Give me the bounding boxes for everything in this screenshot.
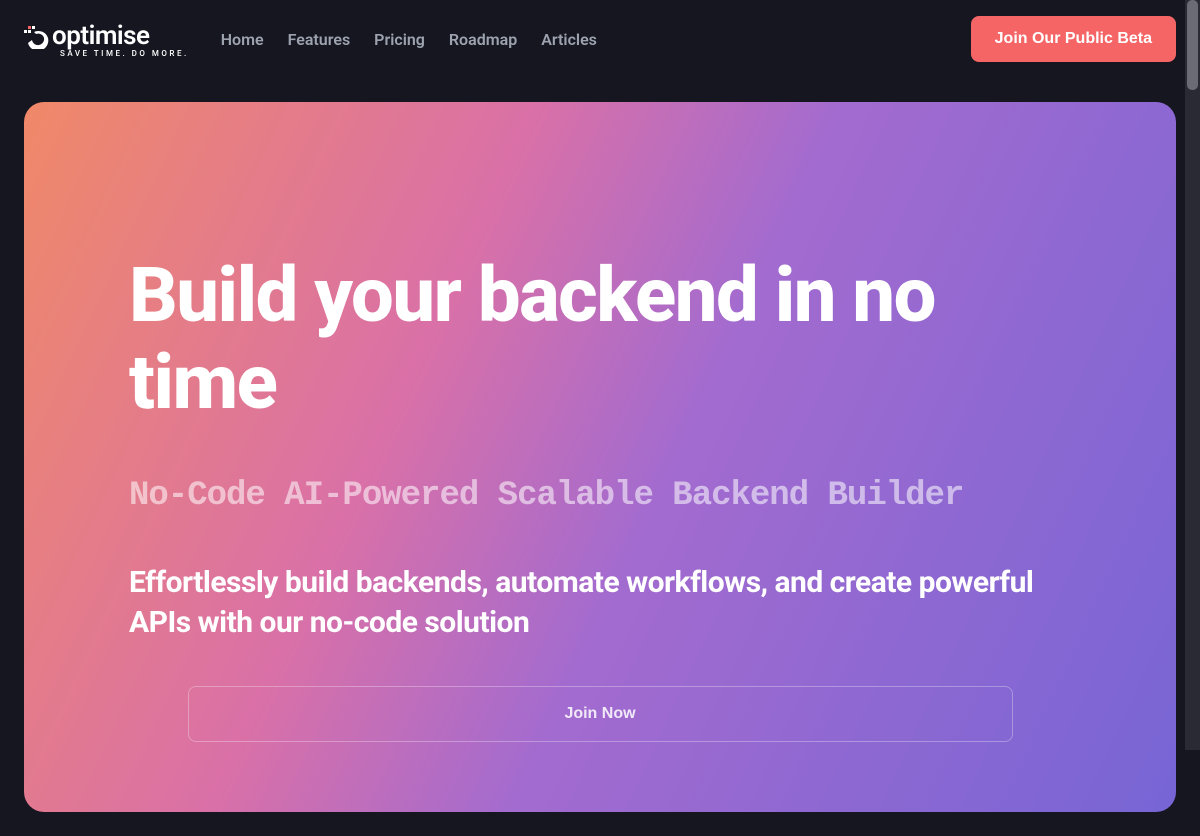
logo-icon xyxy=(24,23,50,49)
logo-main: optimise xyxy=(24,21,150,51)
hero-subtitle: No-Code AI-Powered Scalable Backend Buil… xyxy=(129,477,1071,515)
scrollbar-thumb[interactable] xyxy=(1187,0,1198,90)
join-now-button[interactable]: Join Now xyxy=(188,686,1013,742)
header: optimise SAVE TIME. DO MORE. Home Featur… xyxy=(0,0,1200,78)
logo-text: optimise xyxy=(52,21,150,51)
join-beta-button[interactable]: Join Our Public Beta xyxy=(971,16,1176,62)
hero-section: Build your backend in no time No-Code AI… xyxy=(24,102,1176,812)
nav-pricing[interactable]: Pricing xyxy=(374,30,425,49)
scrollbar[interactable] xyxy=(1185,0,1200,750)
nav-features[interactable]: Features xyxy=(288,30,351,49)
logo[interactable]: optimise SAVE TIME. DO MORE. xyxy=(24,21,189,58)
nav-roadmap[interactable]: Roadmap xyxy=(449,30,517,49)
nav-articles[interactable]: Articles xyxy=(541,30,597,49)
nav-home[interactable]: Home xyxy=(221,30,264,49)
logo-tagline: SAVE TIME. DO MORE. xyxy=(60,49,189,58)
hero-title: Build your backend in no time xyxy=(129,252,1071,427)
main-nav: Home Features Pricing Roadmap Articles xyxy=(221,30,597,49)
hero-description: Effortlessly build backends, automate wo… xyxy=(129,563,1071,644)
header-left: optimise SAVE TIME. DO MORE. Home Featur… xyxy=(24,21,597,58)
